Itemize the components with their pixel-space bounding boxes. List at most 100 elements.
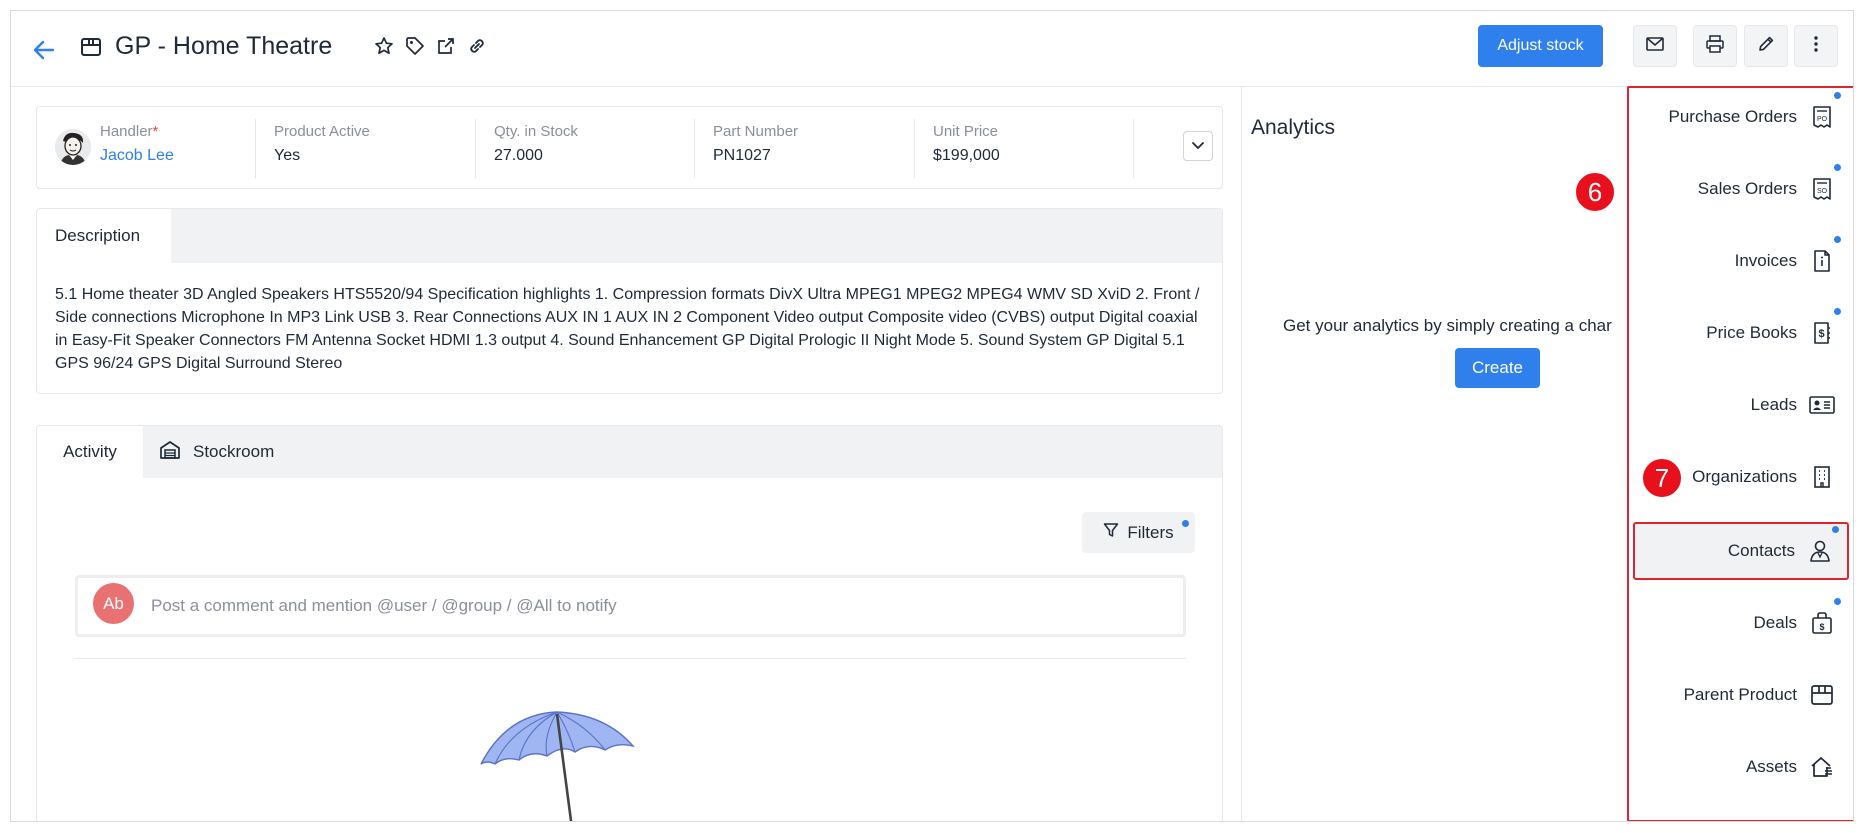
related-item-label: Price Books bbox=[1706, 323, 1797, 342]
tag-icon[interactable] bbox=[404, 35, 426, 57]
handler-field: Handler* Jacob Lee bbox=[100, 123, 174, 165]
description-card: Description 5.1 Home theater 3D Angled S… bbox=[36, 208, 1223, 394]
user-avatar: Ab bbox=[93, 583, 134, 624]
callout-marker-6: 6 bbox=[1574, 171, 1616, 213]
related-item-label: Invoices bbox=[1734, 251, 1797, 270]
back-arrow-icon[interactable] bbox=[31, 37, 57, 63]
comment-box: Ab bbox=[75, 575, 1186, 637]
title-toolbar bbox=[373, 35, 488, 57]
sales-order-icon: SO bbox=[1809, 164, 1841, 202]
expand-fields-button[interactable] bbox=[1183, 131, 1213, 161]
kebab-menu-icon bbox=[1813, 35, 1819, 58]
svg-text:$: $ bbox=[1819, 622, 1824, 632]
lead-card-icon bbox=[1809, 392, 1835, 418]
unread-dot bbox=[1832, 526, 1839, 533]
envelope-icon bbox=[1646, 36, 1664, 56]
qty-in-stock-label: Qty. in Stock bbox=[494, 123, 578, 140]
handler-value[interactable]: Jacob Lee bbox=[100, 147, 174, 165]
analytics-empty-message: Get your analytics by simply creating a … bbox=[1283, 316, 1612, 335]
analytics-divider bbox=[1241, 87, 1242, 821]
part-number-field: Part Number PN1027 bbox=[713, 123, 798, 165]
part-number-value: PN1027 bbox=[713, 147, 771, 164]
related-purchase-orders[interactable]: Purchase Orders PO bbox=[1633, 88, 1849, 146]
tab-description[interactable]: Description bbox=[37, 209, 171, 263]
filters-button[interactable]: Filters bbox=[1082, 512, 1195, 553]
related-item-label: Organizations bbox=[1692, 467, 1797, 486]
tab-activity[interactable]: Activity bbox=[37, 426, 143, 478]
field-divider bbox=[914, 119, 915, 178]
contact-icon bbox=[1807, 526, 1839, 564]
related-parent-product[interactable]: Parent Product bbox=[1633, 666, 1849, 724]
box-icon bbox=[1809, 682, 1835, 708]
product-active-field: Product Active Yes bbox=[274, 123, 370, 165]
qty-in-stock-field: Qty. in Stock 27.000 bbox=[494, 123, 578, 165]
related-item-label: Parent Product bbox=[1683, 685, 1797, 704]
related-deals[interactable]: Deals $ bbox=[1633, 594, 1849, 652]
printer-icon bbox=[1706, 34, 1724, 58]
handler-avatar bbox=[55, 129, 91, 165]
qty-in-stock-value: 27.000 bbox=[494, 147, 543, 164]
unread-dot bbox=[1834, 598, 1841, 605]
stockroom-label: Stockroom bbox=[193, 442, 275, 461]
related-contacts[interactable]: Contacts bbox=[1633, 522, 1849, 580]
product-active-label: Product Active bbox=[274, 123, 370, 140]
star-icon[interactable] bbox=[373, 35, 395, 57]
house-icon bbox=[1809, 754, 1835, 780]
activity-card: Activity Stockroom Filters Ab bbox=[36, 425, 1223, 821]
field-divider bbox=[255, 119, 256, 178]
related-item-label: Leads bbox=[1750, 395, 1797, 414]
unread-dot bbox=[1834, 308, 1841, 315]
unit-price-value: $199,000 bbox=[933, 147, 1000, 164]
filters-label: Filters bbox=[1127, 522, 1174, 542]
unit-price-field: Unit Price $199,000 bbox=[933, 123, 1000, 165]
related-item-label: Sales Orders bbox=[1697, 179, 1797, 198]
related-item-label: Assets bbox=[1745, 757, 1797, 776]
analytics-title: Analytics bbox=[1251, 116, 1336, 139]
activity-tabs: Activity Stockroom bbox=[37, 426, 1222, 478]
unit-price-label: Unit Price bbox=[933, 123, 999, 140]
required-marker: * bbox=[152, 123, 159, 140]
more-options-button[interactable] bbox=[1794, 25, 1838, 67]
related-price-books[interactable]: Price Books $ bbox=[1633, 304, 1849, 362]
filter-funnel-icon bbox=[1103, 522, 1119, 543]
callout-marker-7: 7 bbox=[1641, 457, 1683, 499]
product-active-value: Yes bbox=[274, 147, 301, 164]
print-button[interactable] bbox=[1693, 25, 1737, 67]
field-divider bbox=[694, 119, 695, 178]
app-window: GP - Home Theatre Adjust stock Handler* … bbox=[10, 10, 1854, 822]
tab-stockroom[interactable]: Stockroom bbox=[159, 426, 274, 478]
page-title: GP - Home Theatre bbox=[115, 32, 333, 60]
related-item-label: Purchase Orders bbox=[1668, 107, 1798, 126]
empty-state-umbrella-illustration bbox=[477, 706, 637, 821]
record-header: GP - Home Theatre Adjust stock bbox=[11, 11, 1853, 87]
chevron-down-icon bbox=[1191, 137, 1205, 155]
invoice-icon bbox=[1809, 236, 1841, 274]
description-header: Description bbox=[37, 209, 1222, 263]
adjust-stock-button[interactable]: Adjust stock bbox=[1478, 25, 1603, 67]
field-divider bbox=[475, 119, 476, 178]
email-button[interactable] bbox=[1633, 25, 1677, 67]
link-icon[interactable] bbox=[466, 35, 488, 57]
edit-button[interactable] bbox=[1744, 25, 1788, 67]
svg-text:PO: PO bbox=[1817, 116, 1828, 123]
field-divider bbox=[1133, 119, 1134, 178]
description-text: 5.1 Home theater 3D Angled Speakers HTS5… bbox=[55, 286, 1200, 372]
related-sales-orders[interactable]: Sales Orders SO bbox=[1633, 160, 1849, 218]
related-item-label: Contacts bbox=[1727, 541, 1795, 560]
product-box-icon bbox=[79, 35, 105, 61]
comment-input[interactable] bbox=[151, 592, 1151, 620]
summary-fields-card: Handler* Jacob Lee Product Active Yes Qt… bbox=[36, 106, 1223, 189]
unread-dot bbox=[1834, 164, 1841, 171]
related-assets[interactable]: Assets bbox=[1633, 738, 1849, 796]
purchase-order-icon: PO bbox=[1809, 92, 1841, 130]
building-icon bbox=[1809, 464, 1835, 490]
unread-dot bbox=[1834, 236, 1841, 243]
related-invoices[interactable]: Invoices bbox=[1633, 232, 1849, 290]
svg-text:$: $ bbox=[1818, 328, 1824, 340]
external-link-icon[interactable] bbox=[435, 35, 457, 57]
filters-active-dot bbox=[1182, 520, 1189, 527]
deal-bag-icon: $ bbox=[1809, 598, 1841, 636]
related-item-label: Deals bbox=[1753, 613, 1797, 632]
related-leads[interactable]: Leads bbox=[1633, 376, 1849, 434]
create-chart-button[interactable]: Create bbox=[1455, 348, 1540, 388]
